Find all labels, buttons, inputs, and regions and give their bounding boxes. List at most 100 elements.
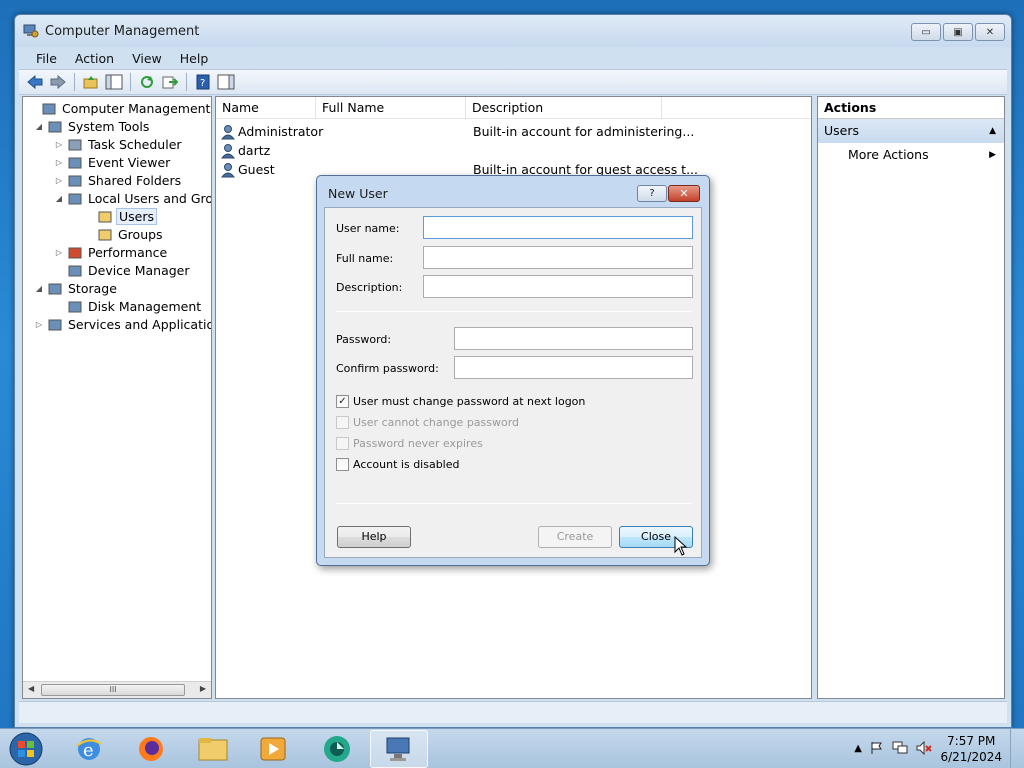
refresh-button[interactable] [137, 72, 157, 92]
taskbar-internet-explorer[interactable]: e [62, 730, 116, 768]
tree-item[interactable]: ◢ System Tools [33, 117, 151, 135]
more-actions-item[interactable]: More Actions ▶ [818, 143, 1004, 167]
menu-bar: File Action View Help [19, 47, 1007, 69]
tree-item[interactable]: Computer Management (Local [27, 99, 211, 117]
collapse-icon[interactable]: ◢ [33, 284, 45, 293]
action-center-flag-icon[interactable] [870, 741, 884, 755]
tree-item[interactable]: ▷ Services and Applications [33, 315, 211, 333]
taskbar-explorer[interactable] [186, 730, 240, 768]
maximize-button[interactable]: ▣ [943, 23, 973, 41]
menu-action[interactable]: Action [66, 51, 123, 66]
menu-help[interactable]: Help [171, 51, 218, 66]
folder-icon [198, 738, 228, 761]
forward-button[interactable] [48, 72, 68, 92]
taskbar-computer-management[interactable] [370, 730, 428, 768]
column-header-name[interactable]: Name [216, 97, 316, 119]
description-input[interactable] [423, 275, 693, 298]
tree-item[interactable]: ◢ Local Users and Groups [53, 189, 211, 207]
tree-item-label: Services and Applications [68, 316, 211, 332]
menu-file[interactable]: File [27, 51, 66, 66]
checkbox-box [336, 416, 349, 429]
collapse-icon[interactable]: ◢ [53, 194, 65, 203]
user-icon [220, 143, 236, 158]
taskbar-app-green[interactable] [310, 730, 364, 768]
user-row[interactable]: Administrator Built-in account for admini… [220, 122, 800, 141]
scroll-thumb[interactable]: III [41, 684, 185, 696]
back-arrow-icon [27, 75, 43, 89]
taskbar-firefox[interactable] [124, 730, 178, 768]
dialog-title: New User [328, 186, 388, 201]
confirm-password-input[interactable] [454, 356, 693, 379]
tree-item[interactable]: Disk Management [53, 297, 203, 315]
checkbox-box[interactable]: ✓ [336, 395, 349, 408]
collapse-up-icon[interactable]: ▲ [989, 119, 996, 143]
actions-section-label: Users [824, 123, 860, 138]
back-button[interactable] [25, 72, 45, 92]
show-hidden-icons-icon[interactable]: ▲ [854, 743, 862, 754]
taskbar-clock[interactable]: 7:57 PM 6/21/2024 [940, 733, 1002, 765]
tree-item-label: Device Manager [88, 262, 190, 278]
question-icon: ? [649, 188, 655, 199]
start-button[interactable] [6, 731, 46, 767]
actions-section-users[interactable]: Users ▲ [818, 119, 1004, 143]
expand-icon[interactable]: ▷ [33, 320, 45, 329]
scroll-left-icon[interactable]: ◀ [28, 684, 34, 693]
forward-arrow-icon [50, 75, 66, 89]
expand-icon[interactable]: ▷ [53, 248, 65, 257]
password-never-expires-checkbox: Password never expires [336, 437, 483, 450]
create-button[interactable]: Create [538, 526, 612, 548]
dialog-divider-bottom [336, 503, 692, 504]
tree-item[interactable]: Groups [83, 225, 165, 243]
status-bar [19, 701, 1007, 723]
tree-item[interactable]: Users [83, 207, 158, 225]
green-app-icon [324, 736, 350, 762]
title-bar[interactable]: Computer Management ▭ ▣ ✕ [15, 15, 1011, 47]
password-input[interactable] [454, 327, 693, 350]
firefox-icon [139, 737, 163, 761]
actions-pane: Actions Users ▲ More Actions ▶ [817, 96, 1005, 699]
must-change-password-checkbox[interactable]: ✓ User must change password at next logon [336, 395, 585, 408]
menu-view[interactable]: View [123, 51, 171, 66]
user-name-cell: Administrator [238, 124, 324, 139]
dialog-context-help-button[interactable]: ? [637, 185, 667, 202]
checkbox-label: User must change password at next logon [353, 395, 586, 408]
tree-item-label: Users [116, 207, 158, 225]
column-header-description[interactable]: Description [466, 97, 662, 119]
tree-item[interactable]: ▷ Performance [53, 243, 169, 261]
tree-item[interactable]: Device Manager [53, 261, 192, 279]
help-toolbar-button[interactable]: ? [193, 72, 213, 92]
column-header-full-name[interactable]: Full Name [316, 97, 466, 119]
scroll-right-icon[interactable]: ▶ [200, 684, 206, 693]
collapse-icon[interactable]: ◢ [33, 122, 45, 131]
network-icon[interactable] [892, 741, 908, 755]
help-button[interactable]: Help [337, 526, 411, 548]
expand-icon[interactable]: ▷ [53, 140, 65, 149]
volume-muted-icon[interactable] [916, 741, 932, 755]
checkbox-box[interactable] [336, 458, 349, 471]
account-disabled-checkbox[interactable]: Account is disabled [336, 458, 460, 471]
minimize-button[interactable]: ▭ [911, 23, 941, 41]
dialog-close-x-button[interactable]: ✕ [668, 185, 700, 202]
expand-icon[interactable]: ▷ [53, 158, 65, 167]
show-action-pane-button[interactable] [216, 72, 236, 92]
show-hide-tree-button[interactable] [104, 72, 124, 92]
event-viewer-icon [67, 154, 83, 170]
tree-horizontal-scrollbar[interactable]: ◀ III ▶ [23, 681, 211, 698]
export-list-button[interactable] [160, 72, 180, 92]
full-name-input[interactable] [423, 246, 693, 269]
up-folder-button[interactable] [81, 72, 101, 92]
tree-item[interactable]: ▷ Task Scheduler [53, 135, 184, 153]
user-row[interactable]: dartz [220, 141, 800, 160]
console-tree-icon [105, 74, 123, 90]
internet-explorer-icon: e [76, 738, 102, 761]
taskbar-media-player[interactable] [246, 730, 300, 768]
close-window-button[interactable]: ✕ [975, 23, 1005, 41]
tree-item[interactable]: ◢ Storage [33, 279, 119, 297]
expand-icon[interactable]: ▷ [53, 176, 65, 185]
show-desktop-button[interactable] [1010, 729, 1024, 768]
tree-item[interactable]: ▷ Shared Folders [53, 171, 183, 189]
tree-item[interactable]: ▷ Event Viewer [53, 153, 172, 171]
windows-orb-icon [9, 732, 43, 766]
minimize-icon: ▭ [921, 26, 931, 38]
user-name-input[interactable] [423, 216, 693, 239]
